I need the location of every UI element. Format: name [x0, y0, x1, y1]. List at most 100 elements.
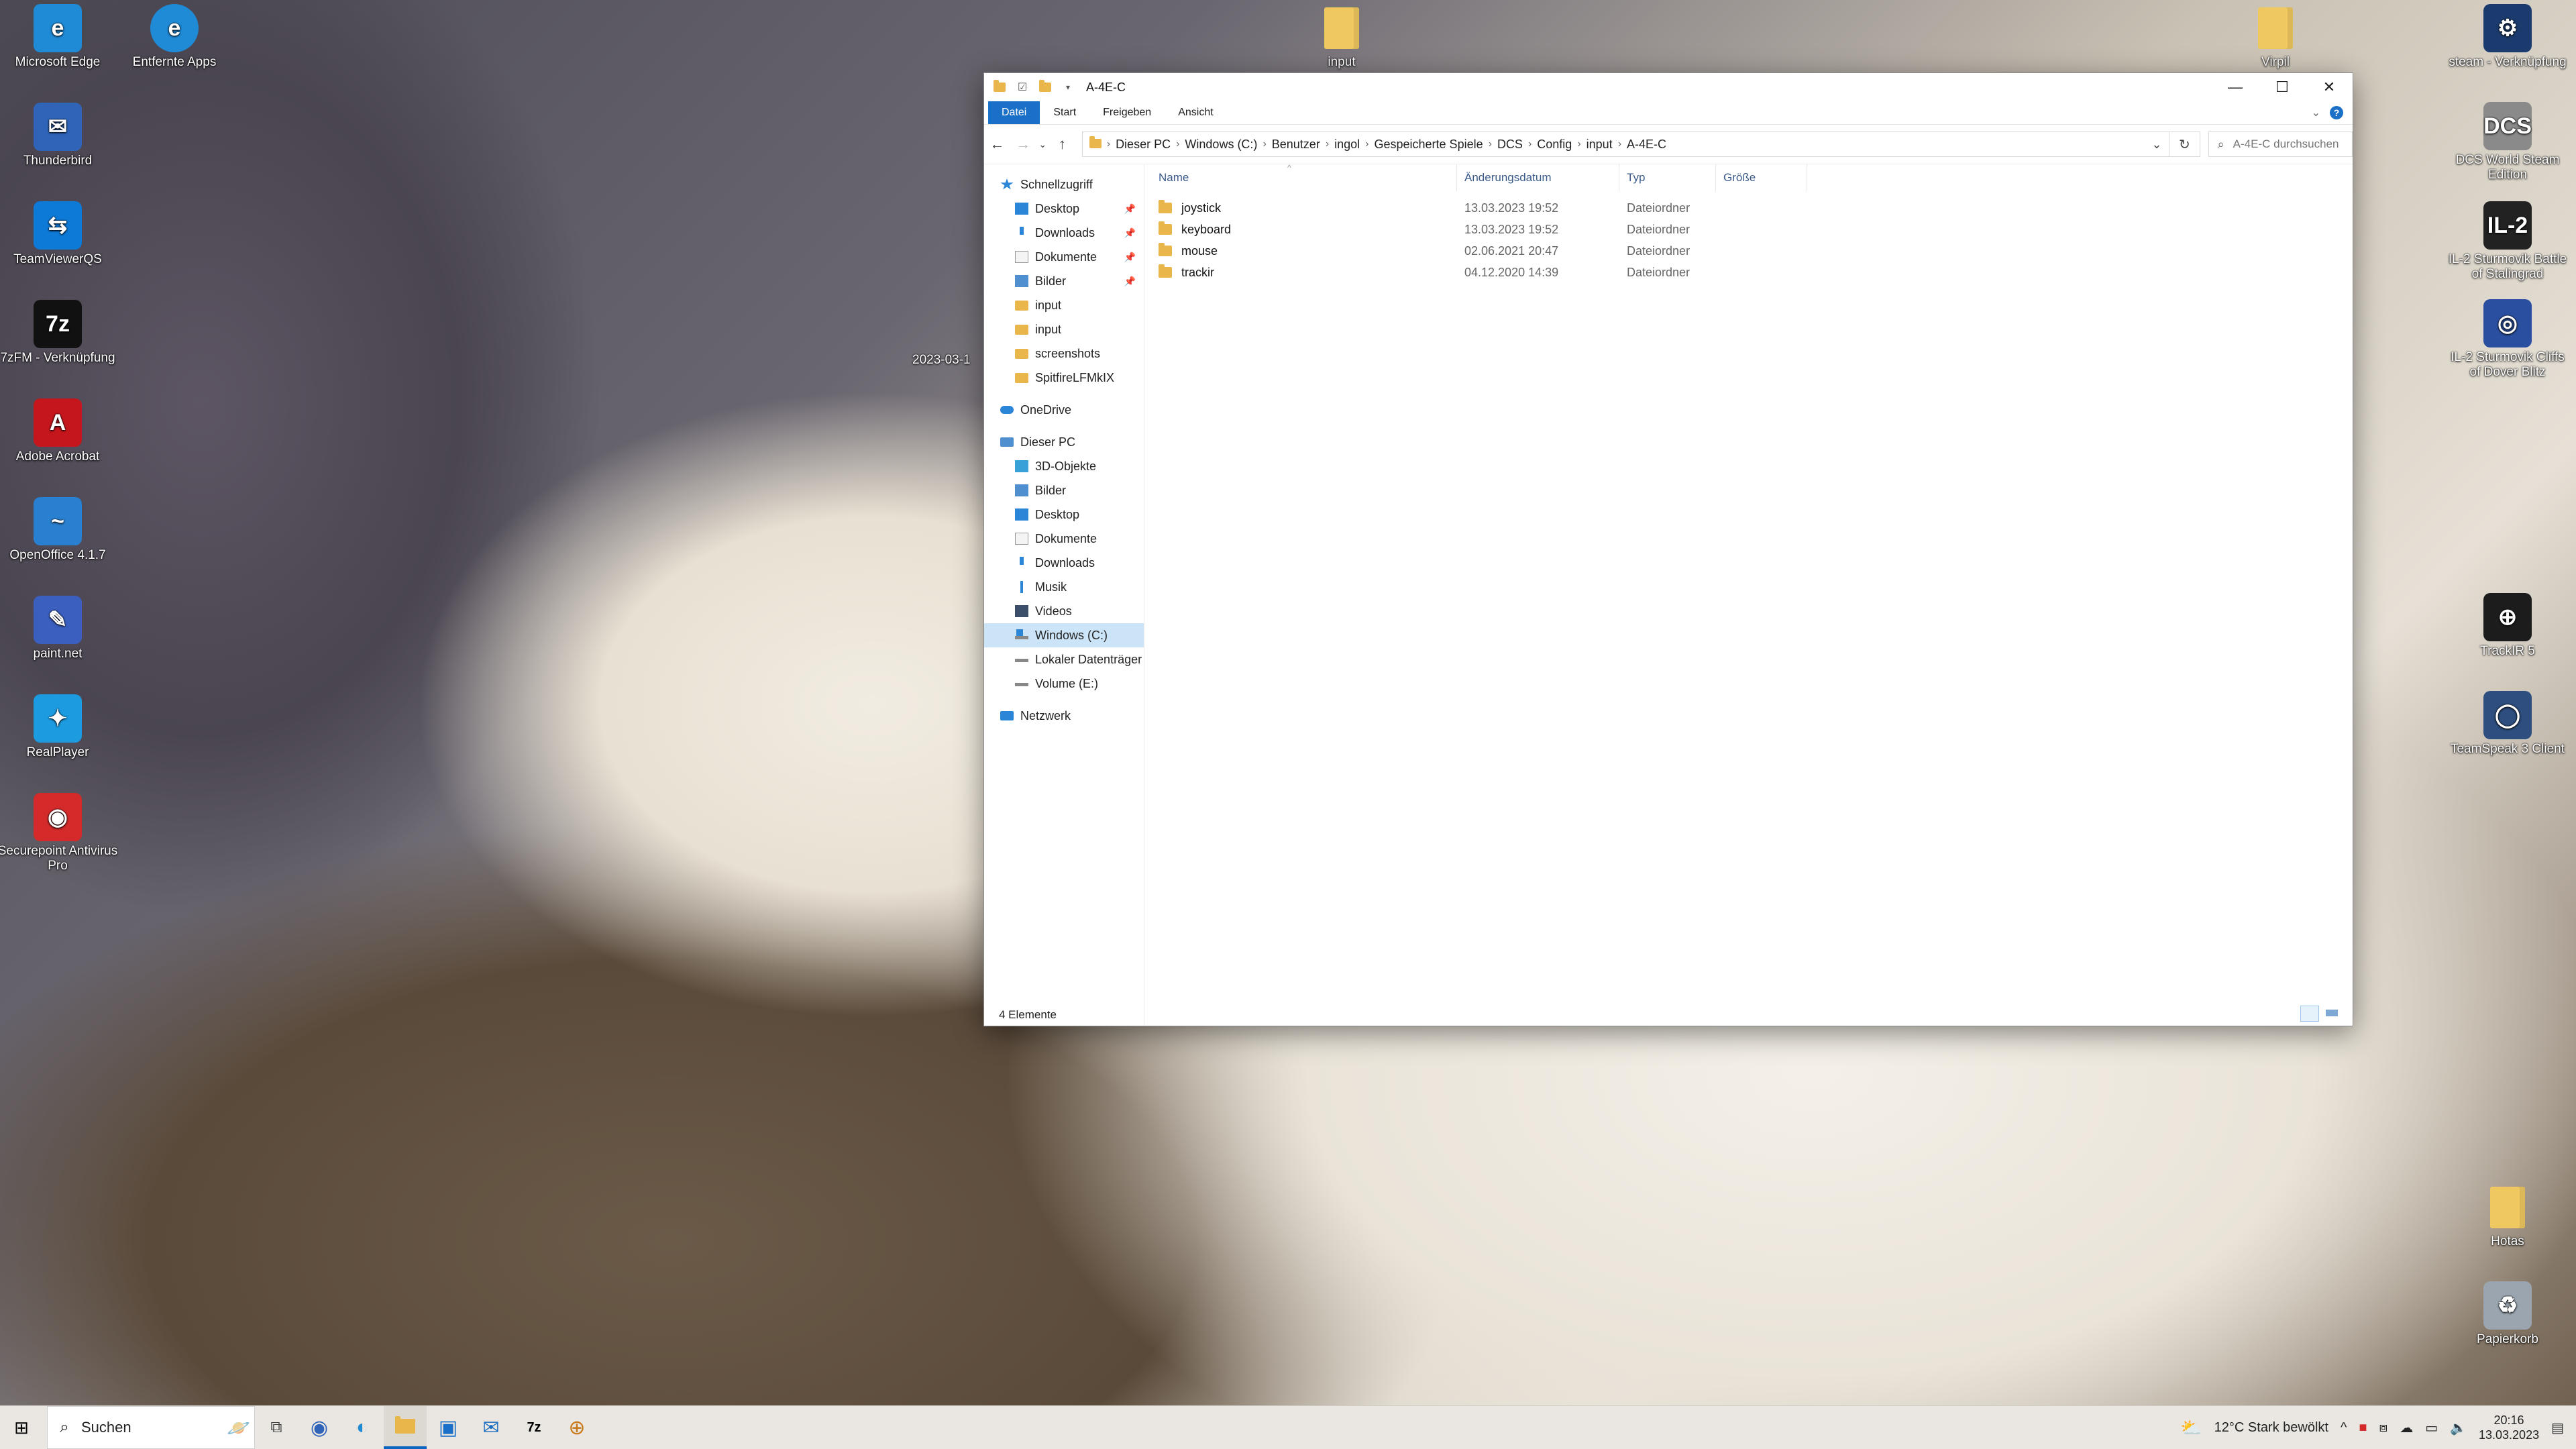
desktop-icon-papierkorb[interactable]: ♻ Papierkorb	[2447, 1281, 2568, 1347]
file-name[interactable]: mouse	[1159, 243, 1218, 258]
forward-button[interactable]: →	[1010, 136, 1036, 153]
column-size[interactable]: Größe	[1723, 171, 1756, 184]
desktop-icon-steam-verknüpfung[interactable]: ⚙ steam - Verknüpfung	[2447, 4, 2568, 70]
tray-app-icon[interactable]: ⧈	[2379, 1420, 2387, 1436]
desktop-icon-trackir-5[interactable]: ⊕ TrackIR 5	[2447, 593, 2568, 659]
desktop-icon-7zfm-verknüpfung[interactable]: 7z 7zFM - Verknüpfung	[0, 300, 118, 366]
pin-icon[interactable]: 📌	[1124, 203, 1136, 215]
nav-item-musik[interactable]: Musik	[984, 575, 1144, 599]
nav-item-videos[interactable]: Videos	[984, 599, 1144, 623]
breadcrumb-windows-c[interactable]: Windows (C:)	[1179, 138, 1263, 152]
file-row-keyboard[interactable]: keyboard 13.03.2023 19:52 Dateiordner	[1159, 219, 1829, 239]
nav-item-screenshots[interactable]: screenshots	[984, 341, 1144, 366]
desktop-icon-securepoint-antivirus-pro[interactable]: ◉ Securepoint Antivirus Pro	[0, 793, 118, 873]
desktop-icon-microsoft-edge[interactable]: e Microsoft Edge	[0, 4, 118, 70]
weather-icon[interactable]: ⛅	[2180, 1417, 2202, 1438]
file-row-joystick[interactable]: joystick 13.03.2023 19:52 Dateiordner	[1159, 198, 1829, 218]
desktop-icon-il-2-sturmovik-battle-of-stalingrad[interactable]: IL-2 IL-2 Sturmovik Battle of Stalingrad	[2447, 201, 2568, 282]
nav-item-volume-e[interactable]: Volume (E:)	[984, 672, 1144, 696]
up-button[interactable]: ↑	[1049, 136, 1075, 153]
breadcrumb-ingol[interactable]: ingol	[1329, 138, 1365, 152]
desktop-icon-paint-net[interactable]: ✎ paint.net	[0, 596, 118, 661]
edge-taskbar-icon[interactable]: ◐	[341, 1406, 384, 1449]
column-name[interactable]: Name	[1159, 171, 1189, 184]
breadcrumb-a-4e-c[interactable]: A-4E-C	[1621, 138, 1672, 152]
desktop-icon-il-2-sturmovik-cliffs-of-dover-blitz[interactable]: ◎ IL-2 Sturmovik Cliffs of Dover Blitz	[2447, 299, 2568, 380]
file-explorer-taskbar-icon[interactable]	[384, 1406, 427, 1449]
file-row-mouse[interactable]: mouse 02.06.2021 20:47 Dateiordner	[1159, 241, 1829, 261]
file-name[interactable]: joystick	[1159, 200, 1221, 215]
clock[interactable]: 20:16 13.03.2023	[2479, 1413, 2539, 1442]
nav-item-schnellzugriff[interactable]: Schnellzugriff	[984, 172, 1144, 197]
nav-item-input[interactable]: input	[984, 317, 1144, 341]
nav-item-dokumente[interactable]: Dokumente	[984, 527, 1144, 551]
pin-icon[interactable]: 📌	[1124, 227, 1136, 239]
nav-item-dieser-pc[interactable]: Dieser PC	[984, 430, 1144, 454]
recent-locations-icon[interactable]: ⌄	[1036, 139, 1049, 150]
breadcrumb-dcs[interactable]: DCS	[1492, 138, 1528, 152]
nav-item-windows-c[interactable]: Windows (C:)	[984, 623, 1144, 647]
desktop-icon-hotas[interactable]: Hotas	[2447, 1183, 2568, 1249]
properties-icon[interactable]: ☑	[1015, 80, 1030, 95]
nav-item-desktop[interactable]: Desktop 📌	[984, 197, 1144, 221]
nav-item-desktop[interactable]: Desktop	[984, 502, 1144, 527]
weather-text[interactable]: 12°C Stark bewölkt	[2214, 1420, 2328, 1436]
nav-item-downloads[interactable]: Downloads 📌	[984, 221, 1144, 245]
maximize-button[interactable]: ☐	[2259, 73, 2306, 101]
notifications-icon[interactable]: ▤	[2551, 1419, 2564, 1436]
details-view-button[interactable]	[2300, 1006, 2319, 1022]
antivirus-tray-icon[interactable]: ■	[2359, 1420, 2367, 1436]
tab-datei[interactable]: Datei	[988, 101, 1040, 124]
network-icon[interactable]: ▭	[2425, 1419, 2438, 1436]
desktop-icon-dcs-world-steam-edition[interactable]: DCS DCS World Steam Edition	[2447, 102, 2568, 182]
7zip-taskbar-icon[interactable]: 7z	[513, 1406, 555, 1449]
breadcrumb-dieser-pc[interactable]: Dieser PC	[1110, 138, 1176, 152]
desktop-icon-realplayer[interactable]: ✦ RealPlayer	[0, 694, 118, 760]
refresh-button[interactable]: ↻	[2169, 131, 2200, 157]
nav-item-dokumente[interactable]: Dokumente 📌	[984, 245, 1144, 269]
pin-icon[interactable]: 📌	[1124, 252, 1136, 263]
address-bar[interactable]: › Dieser PC › Windows (C:) › Benutzer › ingol ›…	[1081, 131, 2170, 157]
expand-ribbon-icon[interactable]: ⌄	[2312, 106, 2320, 119]
nav-item-netzwerk[interactable]: Netzwerk	[984, 704, 1144, 728]
nav-item-3d-objekte[interactable]: 3D-Objekte	[984, 454, 1144, 478]
desktop-icon-virpil[interactable]: Virpil	[2215, 4, 2336, 70]
desktop-icon-teamspeak-3-client[interactable]: ◯ TeamSpeak 3 Client	[2447, 691, 2568, 757]
tab-start[interactable]: Start	[1040, 101, 1089, 124]
breadcrumb-input[interactable]: input	[1581, 138, 1618, 152]
taskbar-search[interactable]: ⌕ Suchen 🪐	[47, 1406, 255, 1449]
start-button[interactable]: ⊞	[0, 1406, 43, 1449]
minimize-button[interactable]: —	[2212, 73, 2259, 101]
close-button[interactable]: ✕	[2306, 73, 2353, 101]
column-date[interactable]: Änderungsdatum	[1464, 171, 1551, 184]
desktop-icon-entfernte-apps[interactable]: e Entfernte Apps	[114, 4, 235, 70]
trackir-taskbar-icon[interactable]: ⊕	[555, 1406, 598, 1449]
file-name[interactable]: trackir	[1159, 264, 1214, 280]
volume-icon[interactable]: 🔈	[2450, 1419, 2467, 1436]
desktop-icon-teamviewerqs[interactable]: ⇆ TeamViewerQS	[0, 201, 118, 267]
mail-taskbar-icon[interactable]: ✉	[470, 1406, 513, 1449]
nav-item-spitfirelfmkix[interactable]: SpitfireLFMkIX	[984, 366, 1144, 390]
onedrive-tray-icon[interactable]: ☁	[2400, 1419, 2413, 1436]
pin-icon[interactable]: 📌	[1124, 276, 1136, 287]
column-type[interactable]: Typ	[1627, 171, 1645, 184]
nav-item-lokaler-datenträger[interactable]: Lokaler Datenträger	[984, 647, 1144, 672]
nav-item-bilder[interactable]: Bilder 📌	[984, 269, 1144, 293]
desktop-icon-adobe-acrobat[interactable]: A Adobe Acrobat	[0, 398, 118, 464]
address-dropdown-icon[interactable]: ⌄	[2145, 138, 2169, 152]
desktop-icon-openoffice-4-1-7[interactable]: ~ OpenOffice 4.1.7	[0, 497, 118, 563]
breadcrumb-gespeicherte-spiele[interactable]: Gespeicherte Spiele	[1369, 138, 1489, 152]
breadcrumb-benutzer[interactable]: Benutzer	[1267, 138, 1326, 152]
store-taskbar-icon[interactable]: ▣	[427, 1406, 470, 1449]
breadcrumb-config[interactable]: Config	[1532, 138, 1577, 152]
nav-item-bilder[interactable]: Bilder	[984, 478, 1144, 502]
file-row-trackir[interactable]: trackir 04.12.2020 14:39 Dateiordner	[1159, 262, 1829, 282]
desktop-icon-input[interactable]: input	[1281, 4, 1402, 70]
thunderbird-taskbar-icon[interactable]: ◉	[298, 1406, 341, 1449]
help-icon[interactable]: ?	[2330, 106, 2343, 119]
nav-item-input[interactable]: input	[984, 293, 1144, 317]
desktop-icon-thunderbird[interactable]: ✉ Thunderbird	[0, 103, 118, 168]
tab-freigeben[interactable]: Freigeben	[1089, 101, 1165, 124]
customize-quick-access-icon[interactable]: ▾	[1061, 80, 1075, 95]
nav-item-downloads[interactable]: Downloads	[984, 551, 1144, 575]
